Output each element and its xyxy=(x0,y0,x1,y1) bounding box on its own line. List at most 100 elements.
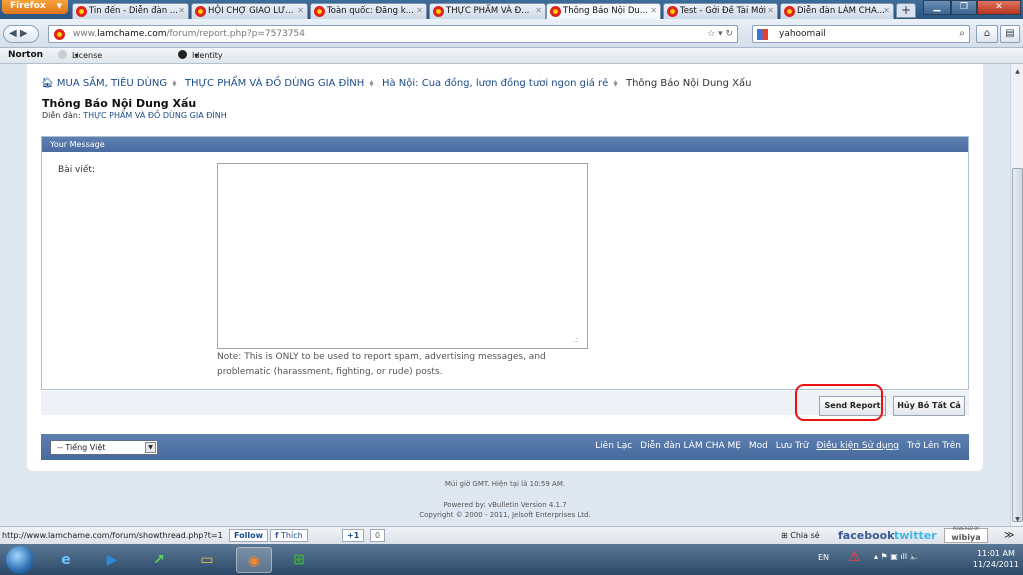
lock-icon xyxy=(178,50,187,59)
restore-button[interactable]: ❐ xyxy=(951,0,977,15)
chevron-down-icon: ▼ xyxy=(56,2,62,10)
breadcrumb: 🏠︎ MUA SẮM, TIÊU DÙNG ⬧ THỰC PHẨM VÀ ĐỒ D… xyxy=(41,78,751,89)
like-button[interactable]: f Thích xyxy=(270,529,308,542)
breadcrumb-link[interactable]: Hà Nội: Cua đồng, lươn đồng tươi ngon gi… xyxy=(382,78,608,89)
language-select[interactable]: -- Tiếng Việt ▼ xyxy=(50,440,158,455)
search-icon[interactable]: ⌕ xyxy=(959,26,965,42)
home-icon[interactable]: ⌂ xyxy=(976,25,998,43)
footer-link-archive[interactable]: Lưu Trữ xyxy=(776,441,809,451)
bookmark-star-icon[interactable]: ☆ ▾ ↻ xyxy=(707,26,733,42)
tab-3[interactable]: Toàn quốc: Đăng k... ✕ xyxy=(310,3,427,19)
page-viewport: 🏠︎ MUA SẮM, TIÊU DÙNG ⬧ THỰC PHẨM VÀ ĐỒ D… xyxy=(0,64,1010,526)
report-form: Your Message Bài viết: .: Note: This is … xyxy=(41,136,969,390)
minimize-button[interactable]: ▁ xyxy=(923,0,951,15)
forum-link[interactable]: THỰC PHẨM VÀ ĐỒ DÙNG GIA ĐÌNH xyxy=(83,111,227,120)
resize-grip-icon[interactable]: .: xyxy=(573,335,578,344)
clock[interactable]: 11:01 AM 11/24/2011 xyxy=(973,548,1019,570)
windows-taskbar: e ▶ ↗ ▭ ◉ ⊞ EN ⚠ ▴ ⚑ ▣ ıll 🔈 11:01 AM 11… xyxy=(0,544,1023,575)
excel-icon[interactable]: ⊞ xyxy=(281,547,317,573)
plus-one-button[interactable]: +1 xyxy=(342,529,365,542)
new-tab-button[interactable]: + xyxy=(896,3,916,18)
norton-toolbar: Norton License Expired! ▾ Identity Safe … xyxy=(0,48,1023,90)
navigation-toolbar: ◀ ▶ www.lamchame.com/forum/report.php?p=… xyxy=(0,19,1023,48)
back-arrow-icon[interactable]: ◀ xyxy=(9,28,17,39)
powered-by: Powered by: vBulletin Version 4.1.7 Copy… xyxy=(0,500,1010,520)
search-engine-icon[interactable] xyxy=(757,29,768,40)
media-player-icon[interactable]: ▶ xyxy=(94,547,130,573)
scrollbar-thumb[interactable] xyxy=(1012,168,1023,522)
language-indicator[interactable]: EN xyxy=(818,553,829,562)
post-label: Bài viết: xyxy=(58,165,95,175)
footer-link-contact[interactable]: Liên Lạc xyxy=(595,441,632,451)
share-button[interactable]: ⊞ Chia sẻ xyxy=(781,527,820,544)
firefox-icon[interactable]: ◉ xyxy=(236,547,272,573)
site-favicon-icon xyxy=(550,6,561,17)
site-favicon-icon xyxy=(314,6,325,17)
forum-line: Diễn đàn: THỰC PHẨM VÀ ĐỒ DÙNG GIA ĐÌNH xyxy=(42,111,227,120)
wibiya-badge[interactable]: POWERED BY wibiya xyxy=(944,526,988,543)
forward-arrow-icon[interactable]: ▶ xyxy=(20,28,28,39)
facebook-button[interactable]: facebook xyxy=(838,527,895,544)
home-icon[interactable]: 🏠︎ xyxy=(41,78,54,89)
close-tab-icon[interactable]: ✕ xyxy=(767,4,774,18)
back-forward-buttons[interactable]: ◀ ▶ xyxy=(3,25,39,43)
warning-icon xyxy=(58,50,67,59)
site-favicon-icon xyxy=(784,6,795,17)
breadcrumb-link[interactable]: MUA SẮM, TIÊU DÙNG xyxy=(57,78,167,89)
status-bar: http://www.lamchame.com/forum/showthread… xyxy=(0,526,1023,544)
close-tab-icon[interactable]: ✕ xyxy=(297,4,304,18)
tab-1[interactable]: Tin đến - Diễn đàn ... ✕ xyxy=(72,3,189,19)
vertical-scrollbar[interactable]: ▲ ▼ xyxy=(1010,64,1023,526)
firefox-menu-button[interactable]: Firefox ▼ xyxy=(2,0,68,14)
collapse-icon[interactable]: ≫ xyxy=(1004,527,1014,544)
chevron-down-icon[interactable]: ▼ xyxy=(145,442,156,453)
cancel-all-button[interactable]: Hủy Bỏ Tất Cả xyxy=(893,396,965,416)
license-expired-menu[interactable]: License Expired! ▾ xyxy=(58,48,105,75)
plus-one-count: 0 xyxy=(370,529,386,542)
norton-logo[interactable]: Norton xyxy=(8,48,43,63)
footer-link-forum[interactable]: Diễn đàn LÀM CHA MẸ xyxy=(640,441,741,451)
close-tab-icon[interactable]: ✕ xyxy=(535,4,542,18)
tab-6[interactable]: Test - Gởi Đề Tài Mới ✕ xyxy=(663,3,778,19)
close-tab-icon[interactable]: ✕ xyxy=(650,4,657,18)
tab-4[interactable]: THỰC PHẨM VÀ Đ... ✕ xyxy=(429,3,546,19)
breadcrumb-current: Thông Báo Nội Dung Xấu xyxy=(625,78,752,89)
identity-safe-menu[interactable]: Identity Safe - Expired ▾ xyxy=(178,48,223,90)
timezone-text: Múi giờ GMT. Hiện tại là 10:59 AM. xyxy=(444,480,566,488)
main-content: 🏠︎ MUA SẮM, TIÊU DÙNG ⬧ THỰC PHẨM VÀ ĐỒ D… xyxy=(27,64,983,471)
site-favicon-icon xyxy=(76,6,87,17)
tab-2[interactable]: HỘI CHỢ GIAO LƯ... ✕ xyxy=(191,3,308,19)
folder-icon[interactable]: ▭ xyxy=(189,547,225,573)
tab-5-active[interactable]: Thông Báo Nội Du... ✕ xyxy=(546,3,661,20)
internet-explorer-icon[interactable]: e xyxy=(48,547,84,573)
tray-icons[interactable]: ▴ ⚑ ▣ ıll 🔈 xyxy=(874,552,920,561)
footer-link-terms[interactable]: Điều kiện Sử dụng xyxy=(816,441,899,451)
close-tab-icon[interactable]: ✕ xyxy=(883,4,890,18)
footer-link-top[interactable]: Trở Lên Trên xyxy=(907,441,961,451)
powered-by-text: Powered by: vBulletin Version 4.1.7 xyxy=(443,501,567,509)
form-header: Your Message xyxy=(42,137,968,152)
system-tray: EN ⚠ ▴ ⚑ ▣ ıll 🔈 11:01 AM 11/24/2011 xyxy=(812,544,1023,575)
start-button[interactable] xyxy=(6,546,34,574)
follow-button[interactable]: Follow xyxy=(229,529,269,542)
forum-footer-bar: -- Tiếng Việt ▼ Liên Lạc Diễn đàn LÀM CHA… xyxy=(41,434,969,460)
breadcrumb-link[interactable]: THỰC PHẨM VÀ ĐỒ DÙNG GIA ĐÌNH xyxy=(185,78,364,89)
tab-7[interactable]: Diễn đàn LÀM CHA... ✕ xyxy=(780,3,894,19)
url-bar[interactable]: www.lamchame.com/forum/report.php?p=7573… xyxy=(48,25,738,43)
facebook-icon: f xyxy=(275,531,279,540)
message-textarea[interactable] xyxy=(217,163,588,349)
footer-link-mod[interactable]: Mod xyxy=(749,441,768,451)
scroll-up-icon[interactable]: ▲ xyxy=(1012,66,1023,78)
scroll-down-icon[interactable]: ▼ xyxy=(1012,514,1023,526)
close-tab-icon[interactable]: ✕ xyxy=(416,4,423,18)
site-favicon-icon xyxy=(667,6,678,17)
close-window-button[interactable]: ✕ xyxy=(977,0,1021,15)
menu-icon[interactable]: ▤ xyxy=(1000,25,1020,43)
chart-app-icon[interactable]: ↗ xyxy=(141,547,177,573)
breadcrumb-separator-icon: ⬧ xyxy=(369,78,374,89)
security-alert-icon[interactable]: ⚠ xyxy=(848,549,861,565)
search-input[interactable]: yahoomail ⌕ xyxy=(752,25,970,43)
close-tab-icon[interactable]: ✕ xyxy=(178,4,185,18)
twitter-button[interactable]: twitter xyxy=(894,527,937,544)
site-favicon-icon xyxy=(433,6,444,17)
